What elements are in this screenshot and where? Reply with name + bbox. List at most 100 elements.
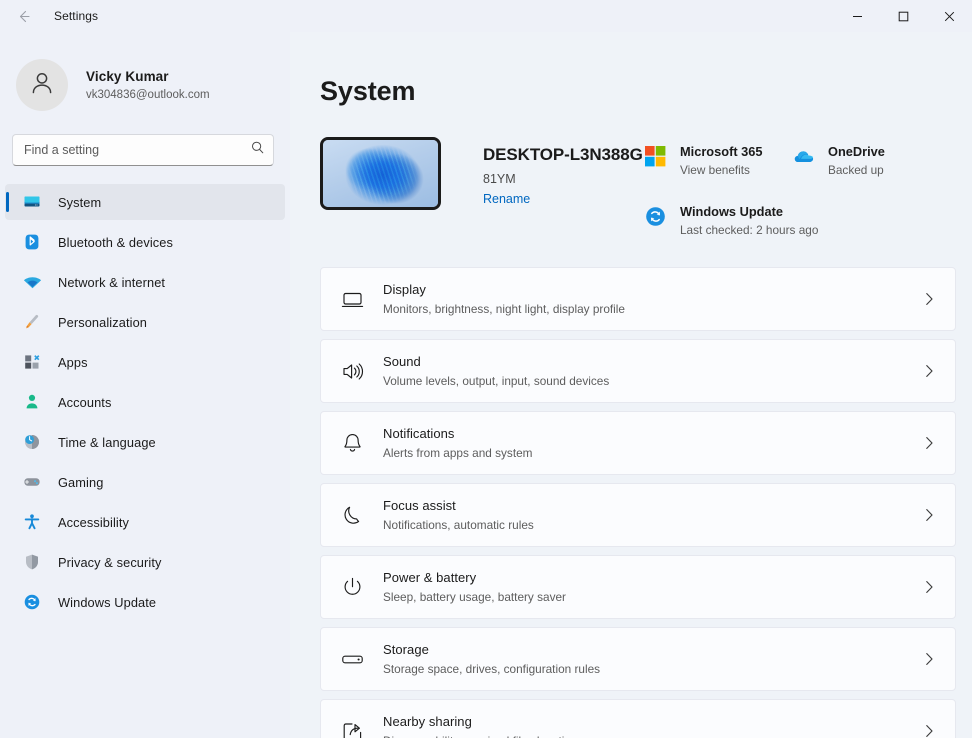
clock-globe-icon xyxy=(22,432,42,452)
sidebar-item-accounts[interactable]: Accounts xyxy=(5,384,285,420)
sidebar-item-gaming[interactable]: Gaming xyxy=(5,464,285,500)
info-cards: Microsoft 365 View benefits xyxy=(644,137,956,238)
settings-window: Settings xyxy=(0,0,972,738)
search-icon[interactable] xyxy=(250,140,265,160)
chevron-right-icon xyxy=(921,291,937,307)
speaker-icon xyxy=(321,359,383,384)
person-icon xyxy=(22,392,42,412)
row-title: Nearby sharing xyxy=(383,713,921,731)
settings-row-power-battery[interactable]: Power & battery Sleep, battery usage, ba… xyxy=(320,555,956,619)
share-icon xyxy=(321,719,383,738)
row-title: Sound xyxy=(383,353,921,371)
sidebar-item-time-language[interactable]: Time & language xyxy=(5,424,285,460)
sidebar-item-label: Personalization xyxy=(58,315,147,330)
chevron-right-icon xyxy=(921,579,937,595)
sidebar-nav: System Bluetooth & devices xyxy=(0,184,290,624)
update-refresh-icon xyxy=(22,592,42,612)
sidebar-item-system[interactable]: System xyxy=(5,184,285,220)
sidebar-item-accessibility[interactable]: Accessibility xyxy=(5,504,285,540)
display-monitor-icon xyxy=(321,287,383,312)
card-title: Microsoft 365 xyxy=(680,143,763,160)
settings-row-focus-assist[interactable]: Focus assist Notifications, automatic ru… xyxy=(320,483,956,547)
rename-link[interactable]: Rename xyxy=(483,192,530,206)
account-text: Vicky Kumar vk304836@outlook.com xyxy=(86,68,210,103)
row-title: Focus assist xyxy=(383,497,921,515)
sidebar-item-privacy-security[interactable]: Privacy & security xyxy=(5,544,285,580)
sidebar-item-personalization[interactable]: Personalization xyxy=(5,304,285,340)
row-subtitle: Alerts from apps and system xyxy=(383,445,921,461)
settings-row-notifications[interactable]: Notifications Alerts from apps and syste… xyxy=(320,411,956,475)
row-text: Nearby sharing Discoverability, received… xyxy=(383,713,921,738)
maximize-button[interactable] xyxy=(880,0,926,32)
gamepad-icon xyxy=(22,472,42,492)
settings-row-sound[interactable]: Sound Volume levels, output, input, soun… xyxy=(320,339,956,403)
back-button[interactable] xyxy=(6,1,40,31)
minimize-button[interactable] xyxy=(834,0,880,32)
avatar xyxy=(16,59,68,111)
sidebar-item-label: Accounts xyxy=(58,395,111,410)
row-title: Storage xyxy=(383,641,921,659)
accessibility-person-icon xyxy=(22,512,42,532)
sidebar: Vicky Kumar vk304836@outlook.com xyxy=(0,32,290,738)
row-subtitle: Sleep, battery usage, battery saver xyxy=(383,589,921,605)
device-name: DESKTOP-L3N388G xyxy=(483,145,643,165)
moon-icon xyxy=(321,503,383,528)
device-summary-row: DESKTOP-L3N388G 81YM Rename xyxy=(320,137,956,238)
row-subtitle: Discoverability, received files location xyxy=(383,733,921,738)
title-bar: Settings xyxy=(0,0,972,32)
row-text: Storage Storage space, drives, configura… xyxy=(383,641,921,677)
close-icon xyxy=(944,11,955,22)
settings-row-storage[interactable]: Storage Storage space, drives, configura… xyxy=(320,627,956,691)
chevron-right-icon xyxy=(921,651,937,667)
card-microsoft-365[interactable]: Microsoft 365 View benefits xyxy=(644,143,792,178)
search-box[interactable] xyxy=(12,134,274,166)
card-text: OneDrive Backed up xyxy=(828,143,885,178)
card-windows-update[interactable]: Windows Update Last checked: 2 hours ago xyxy=(644,203,818,238)
sidebar-item-windows-update[interactable]: Windows Update xyxy=(5,584,285,620)
row-subtitle: Notifications, automatic rules xyxy=(383,517,921,533)
settings-row-nearby-sharing[interactable]: Nearby sharing Discoverability, received… xyxy=(320,699,956,738)
row-text: Display Monitors, brightness, night ligh… xyxy=(383,281,921,317)
sidebar-item-label: Time & language xyxy=(58,435,156,450)
sidebar-item-label: Apps xyxy=(58,355,88,370)
card-title: OneDrive xyxy=(828,143,885,160)
window-body: Vicky Kumar vk304836@outlook.com xyxy=(0,32,972,738)
main-content: System DESKTOP-L3N388G 81YM Rename xyxy=(290,32,972,738)
window-controls xyxy=(834,0,972,32)
sidebar-item-apps[interactable]: Apps xyxy=(5,344,285,380)
account-name: Vicky Kumar xyxy=(86,68,210,86)
chevron-right-icon xyxy=(921,723,937,738)
row-text: Sound Volume levels, output, input, soun… xyxy=(383,353,921,389)
sidebar-item-label: Gaming xyxy=(58,475,103,490)
window-title: Settings xyxy=(54,9,98,23)
chevron-right-icon xyxy=(921,435,937,451)
sidebar-item-network-internet[interactable]: Network & internet xyxy=(5,264,285,300)
settings-list: Display Monitors, brightness, night ligh… xyxy=(320,267,956,738)
account-summary[interactable]: Vicky Kumar vk304836@outlook.com xyxy=(0,44,290,118)
sidebar-item-bluetooth-devices[interactable]: Bluetooth & devices xyxy=(5,224,285,260)
card-title: Windows Update xyxy=(680,203,818,220)
back-arrow-icon xyxy=(15,8,32,25)
row-title: Display xyxy=(383,281,921,299)
sidebar-item-label: Bluetooth & devices xyxy=(58,235,173,250)
card-onedrive[interactable]: OneDrive Backed up xyxy=(792,143,885,178)
sidebar-item-label: Windows Update xyxy=(58,595,156,610)
sidebar-item-label: Accessibility xyxy=(58,515,129,530)
sidebar-item-label: System xyxy=(58,195,101,210)
sidebar-item-label: Network & internet xyxy=(58,275,165,290)
onedrive-cloud-icon xyxy=(792,145,814,167)
row-title: Notifications xyxy=(383,425,921,443)
row-text: Power & battery Sleep, battery usage, ba… xyxy=(383,569,921,605)
power-icon xyxy=(321,575,383,600)
card-subtitle: Backed up xyxy=(828,163,885,178)
device-info: DESKTOP-L3N388G 81YM Rename xyxy=(483,137,643,208)
close-button[interactable] xyxy=(926,0,972,32)
row-text: Notifications Alerts from apps and syste… xyxy=(383,425,921,461)
minimize-icon xyxy=(852,11,863,22)
settings-row-display[interactable]: Display Monitors, brightness, night ligh… xyxy=(320,267,956,331)
account-email: vk304836@outlook.com xyxy=(86,87,210,103)
page-title: System xyxy=(320,76,956,107)
search-input[interactable] xyxy=(24,143,250,157)
row-subtitle: Volume levels, output, input, sound devi… xyxy=(383,373,921,389)
maximize-icon xyxy=(898,11,909,22)
